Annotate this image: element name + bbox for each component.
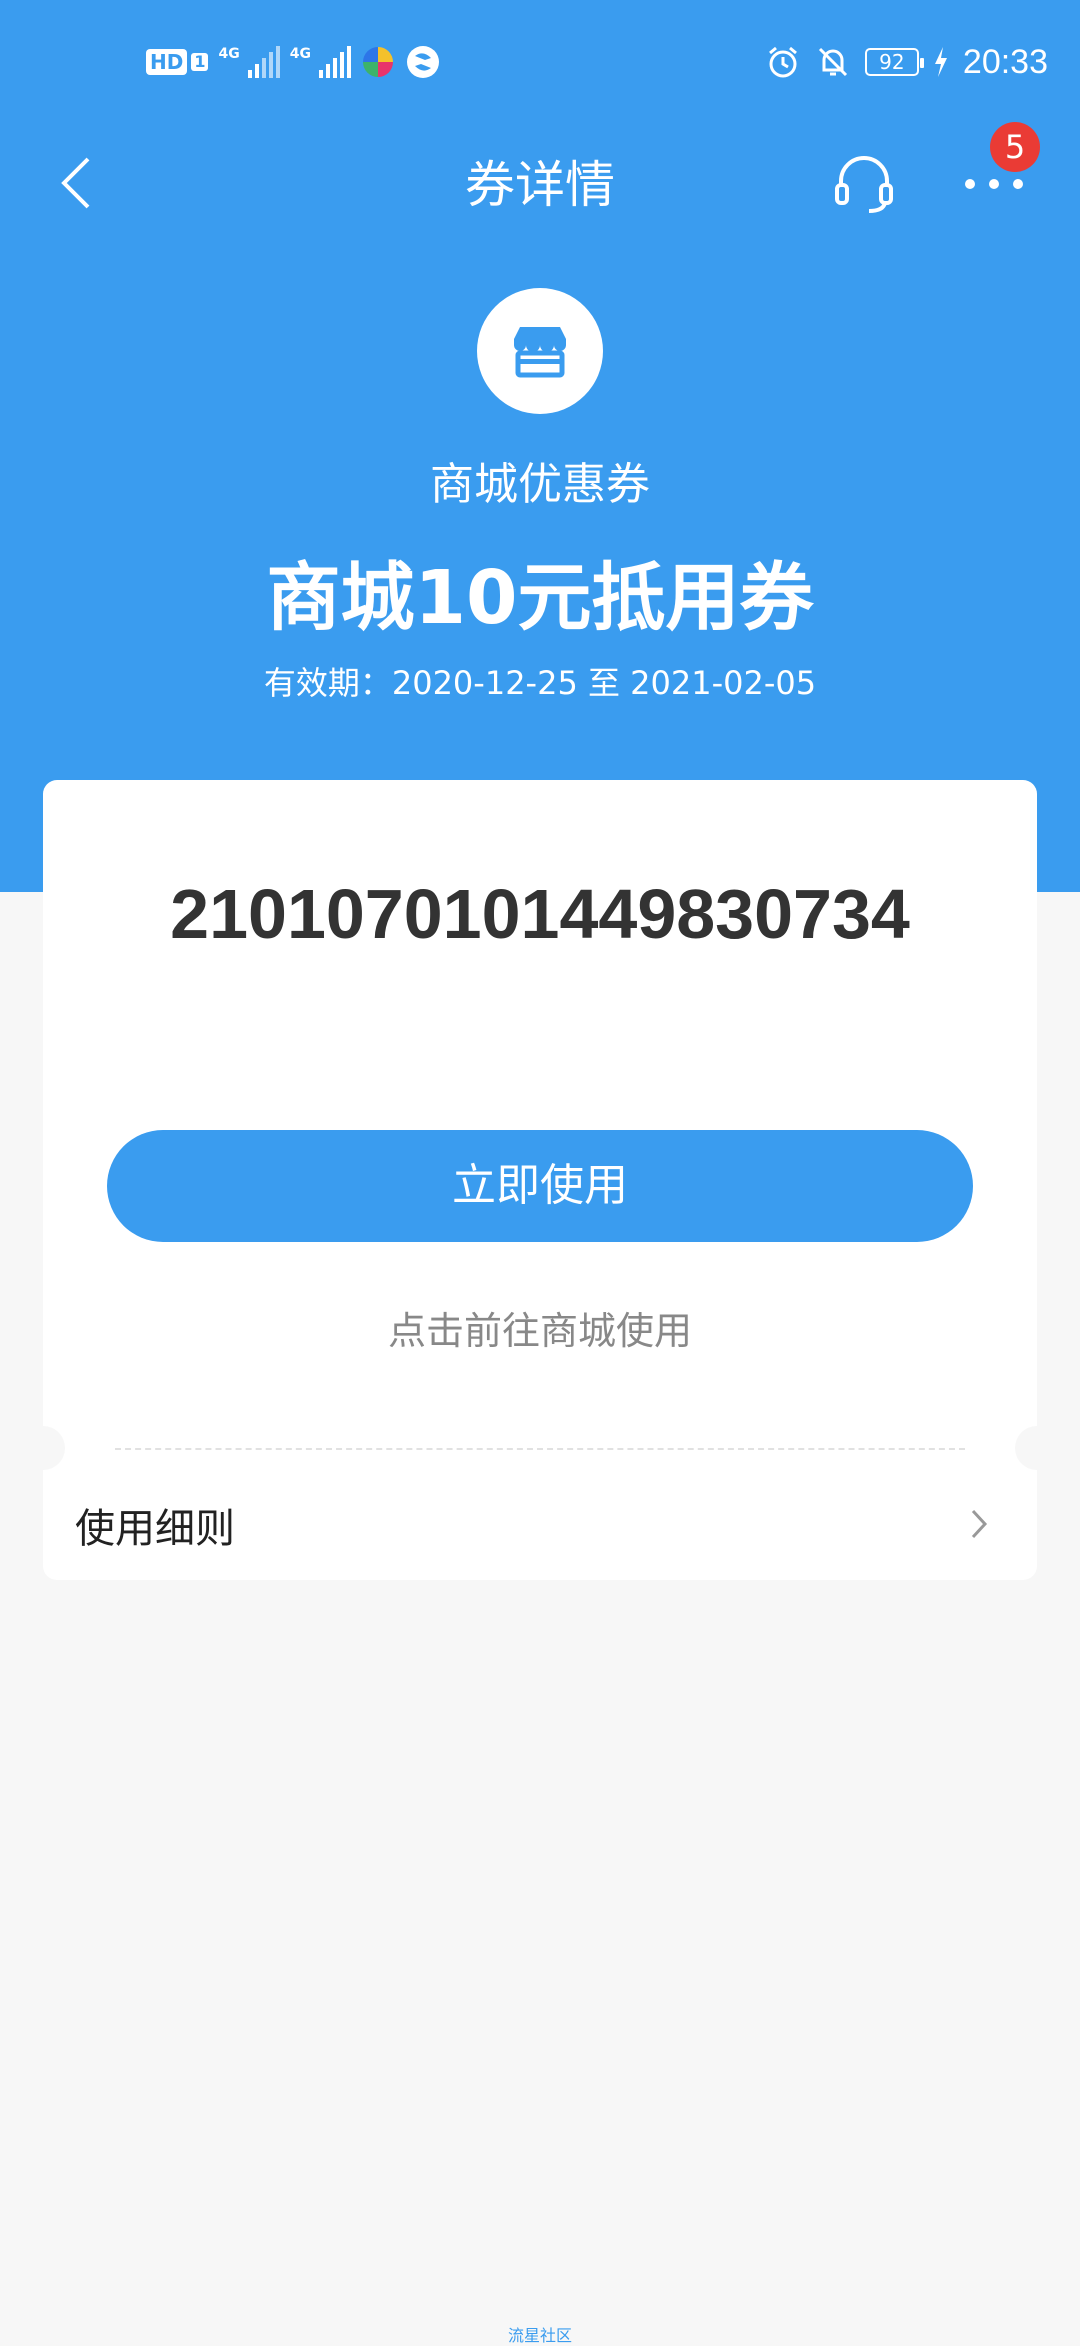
more-dots-icon xyxy=(965,179,1023,189)
shop-icon-circle xyxy=(477,288,603,414)
headset-icon xyxy=(835,156,893,213)
card-notch-left xyxy=(21,1426,65,1470)
network-type-1: 4G xyxy=(218,46,240,62)
page-title: 券详情 xyxy=(465,156,615,214)
alarm-icon xyxy=(768,46,797,78)
notification-badge: 5 xyxy=(990,122,1040,172)
dashed-divider xyxy=(115,1448,965,1450)
validity-period: 有效期：2020-12-25 至 2021-02-05 xyxy=(263,664,817,702)
charging-icon xyxy=(934,47,947,77)
status-bar-left: HD 1 4G 4G xyxy=(146,42,441,82)
app-notification-icon xyxy=(406,46,439,78)
nav-bar: 券详情 xyxy=(0,130,1080,240)
sim-number: 1 xyxy=(191,53,209,71)
status-time: 20:33 xyxy=(962,42,1048,81)
status-bar-right: 92 20:33 xyxy=(765,42,1048,82)
battery-indicator: 92 xyxy=(864,48,924,76)
status-bar: HD 1 4G 4G 92 20:33 xyxy=(0,0,1080,130)
coupon-type: 商城优惠券 xyxy=(430,459,650,510)
chevron-right-icon xyxy=(971,1509,988,1539)
rules-arrow xyxy=(959,1504,999,1544)
signal-icon xyxy=(247,46,280,78)
coupon-name: 商城10元抵用券 xyxy=(266,555,814,641)
use-hint: 点击前往商城使用 xyxy=(387,1309,692,1353)
color-app-icon xyxy=(362,47,393,77)
watermark: 流星社区 xyxy=(507,2326,572,2345)
hd-badge: HD xyxy=(146,49,188,75)
store-icon xyxy=(514,327,566,378)
signal-icon xyxy=(318,46,351,78)
usage-rules-row[interactable]: 使用细则 xyxy=(43,1470,1037,1580)
battery-level: 92 xyxy=(879,50,905,74)
mute-bell-icon xyxy=(818,47,847,77)
coupon-card: 2101070101449830734 立即使用 点击前往商城使用 使用细则 xyxy=(21,780,1059,1580)
usage-rules-label: 使用细则 xyxy=(75,1506,235,1552)
customer-service-button[interactable] xyxy=(826,146,902,222)
use-now-button[interactable]: 立即使用 xyxy=(107,1130,973,1242)
card-notch-right xyxy=(1015,1426,1059,1470)
coupon-code: 2101070101449830734 xyxy=(170,875,910,953)
network-type-2: 4G xyxy=(289,46,311,62)
